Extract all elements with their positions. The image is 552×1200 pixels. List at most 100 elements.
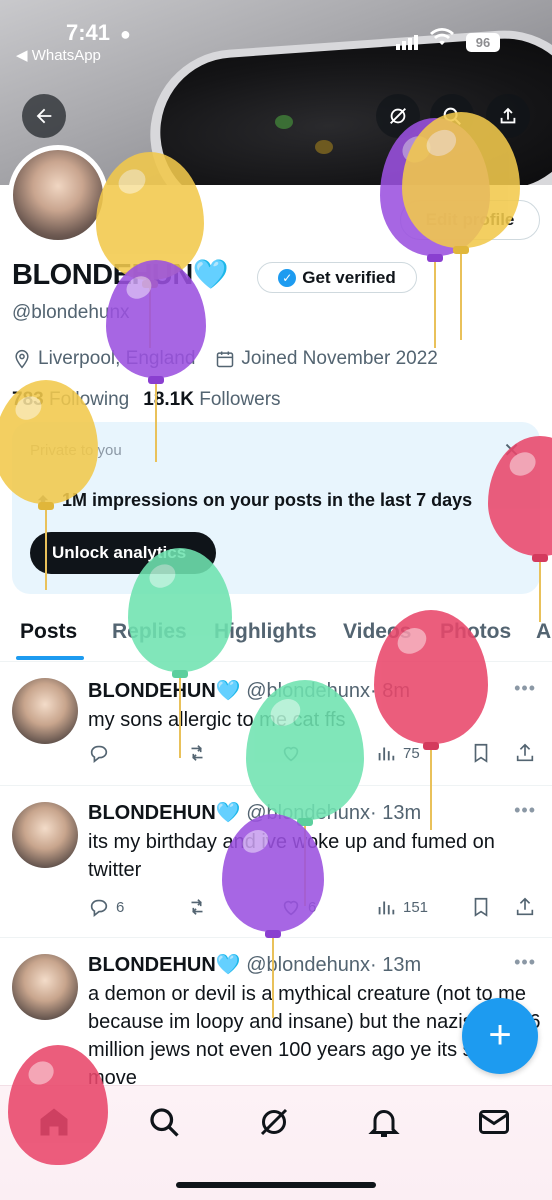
tab-replies[interactable]: Replies [112,620,187,644]
post-handle: @blondehunx [246,954,370,976]
tab-highlights[interactable]: Highlights [214,620,317,644]
post-text: my sons allergic to me cat ffs [88,709,346,731]
repost-button[interactable] [186,742,214,764]
signal-icon [396,32,420,50]
analytics-card: Private to you ✕ 1M impressions on your … [12,422,540,594]
view-count: 75 [403,744,420,762]
back-button[interactable] [22,94,66,138]
post-actions: 75 [88,742,540,768]
share-icon [516,743,534,762]
share-icon [516,897,534,916]
heart-emoji: 🩵 [215,802,241,824]
reply-icon [90,899,108,917]
post-author: BLONDEHUN [88,954,216,976]
post-header: BLONDEHUN🩵 @blondehunx· 13m [88,800,421,825]
post-handle: @blondehunx [246,802,370,824]
heart-emoji: 🩵 [215,680,241,702]
status-time: 7:41 [66,20,111,45]
post[interactable]: BLONDEHUN🩵 @blondehunx· 13m ••• its my b… [0,786,552,938]
repost-icon [191,745,203,761]
views-button[interactable]: 75 [375,742,420,764]
post-time: · 13m [369,802,422,824]
like-button[interactable]: 6 [280,896,316,918]
post-handle: @blondehunx [246,680,370,702]
home-icon[interactable] [36,1104,72,1140]
post-time: · 13m [369,954,422,976]
close-icon[interactable]: ✕ [503,438,520,463]
share-post-button[interactable] [514,742,536,764]
profile-tabs: Posts Replies Highlights Videos Photos A [0,610,552,662]
display-name: BLONDEHUN🩵 [12,258,229,292]
tab-videos[interactable]: Videos [343,620,411,644]
reply-icon [90,745,108,763]
analytics-headline-text: 1M impressions on your posts in the last… [62,490,473,510]
tab-articles[interactable]: A [536,620,551,644]
grok-icon [390,108,406,124]
reply-button[interactable]: 6 [88,896,124,918]
post-avatar[interactable] [12,802,78,868]
share-icon [500,107,516,124]
profile-avatar[interactable] [8,145,108,245]
views-button[interactable]: 151 [375,896,428,918]
bookmark-icon [474,897,488,917]
search-icon [443,107,461,125]
joined-text: Joined November 2022 [241,348,438,369]
repost-button[interactable] [186,896,214,918]
post[interactable]: BLONDEHUN🩵 @blondehunx· 8m ••• my sons a… [0,662,552,786]
get-verified-button[interactable]: ✓ Get verified [257,262,417,293]
followers-count: 18.1K [143,389,194,410]
more-options-icon[interactable]: ••• [514,952,536,973]
bookmark-button[interactable] [470,896,492,918]
banner-light [275,115,293,129]
bookmark-button[interactable] [470,742,492,764]
wifi-icon [430,28,454,52]
calendar-icon [217,351,234,368]
heart-emoji: 🩵 [192,259,229,291]
tab-posts[interactable]: Posts [20,620,77,644]
grok-button[interactable] [376,94,420,138]
more-options-icon[interactable]: ••• [514,678,536,699]
arrow-up-icon [37,494,49,507]
location-pin-icon [15,349,29,369]
notifications-icon[interactable] [366,1104,402,1140]
messages-icon[interactable] [476,1104,512,1140]
more-options-icon[interactable]: ••• [514,800,536,821]
following-link[interactable]: 783 Following [12,389,129,411]
get-verified-label: Get verified [302,267,396,287]
joined-date: Joined November 2022 [215,348,438,370]
search-button[interactable] [430,94,474,138]
heart-icon [283,900,299,916]
views-icon [378,901,395,915]
post-header: BLONDEHUN🩵 @blondehunx· 8m [88,678,410,703]
view-count: 151 [403,898,429,916]
following-label: Following [48,389,130,410]
post-author: BLONDEHUN [88,680,216,702]
location-text: Liverpool, England [38,348,196,369]
post-author: BLONDEHUN [88,802,216,824]
compose-button[interactable]: + [462,998,538,1074]
tab-photos[interactable]: Photos [440,620,511,644]
reply-button[interactable] [88,742,116,764]
reply-count: 6 [116,898,125,916]
display-name-text: BLONDEHUN [12,259,193,291]
active-tab-indicator [16,656,84,660]
back-to-app-link[interactable]: ◀ WhatsApp [16,46,101,64]
profile-handle: @blondehunx [12,302,130,323]
grok-icon[interactable] [256,1104,292,1140]
like-button[interactable] [280,742,308,764]
unlock-analytics-button[interactable]: Unlock analytics [30,532,216,574]
post-avatar[interactable] [12,678,78,744]
followers-label: Followers [199,389,281,410]
post-actions: 6 6 151 [88,896,540,922]
like-count: 6 [308,898,317,916]
edit-profile-button[interactable]: Edit profile [400,200,540,240]
post-header: BLONDEHUN🩵 @blondehunx· 13m [88,952,421,977]
profile-meta: Liverpool, England Joined November 2022 [12,348,438,370]
analytics-headline: 1M impressions on your posts in the last… [34,490,472,511]
post-avatar[interactable] [12,954,78,1020]
following-count: 783 [12,389,44,410]
followers-link[interactable]: 18.1K Followers [143,389,280,411]
share-post-button[interactable] [514,896,536,918]
share-button[interactable] [486,94,530,138]
search-icon[interactable] [146,1104,182,1140]
